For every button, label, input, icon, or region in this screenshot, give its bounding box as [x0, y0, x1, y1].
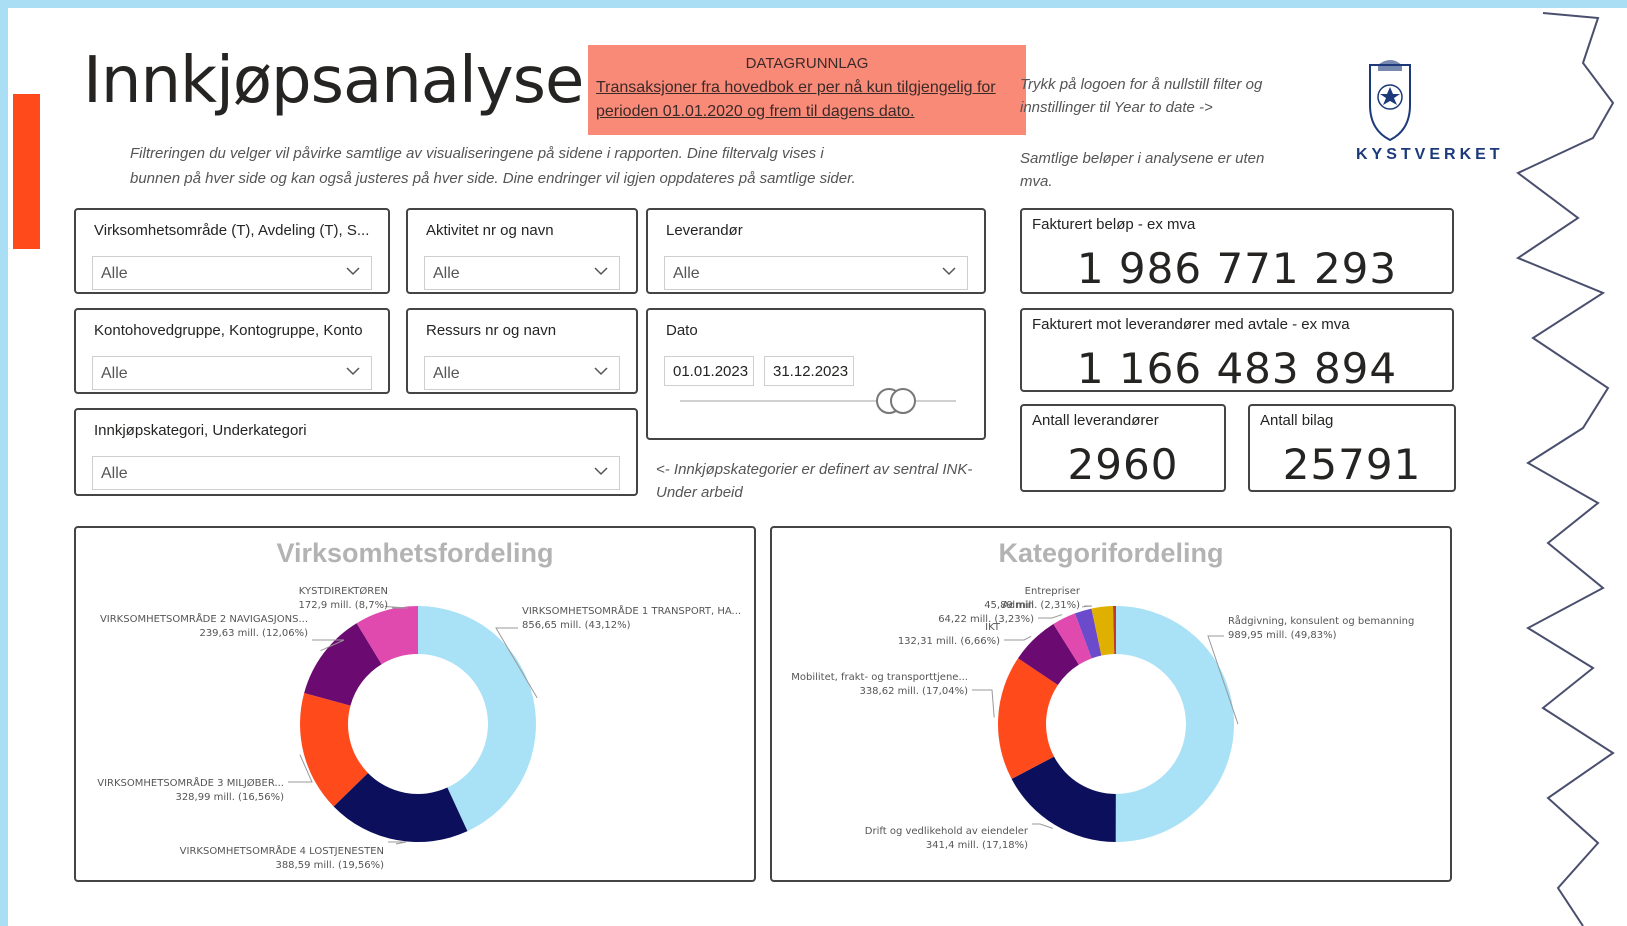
dropdown-value: Alle — [101, 465, 128, 482]
reset-hint-line: innstillinger til Year to date -> — [1020, 99, 1213, 116]
leverandor-dropdown[interactable]: Alle — [664, 256, 968, 290]
logo-text[interactable]: KYSTVERKET — [1356, 146, 1504, 164]
slicer-label: Leverandør — [666, 222, 743, 239]
leader-line — [1004, 635, 1032, 641]
slicer-leverandor: Leverandør Alle — [646, 208, 986, 294]
slice-name-label: Rådgivning, konsulent og bemanning — [1228, 614, 1414, 627]
mva-note-line: mva. — [1020, 173, 1053, 190]
slice-name-label: Mobilitet, frakt- og transporttjene... — [791, 672, 968, 683]
slicer-label: Dato — [666, 322, 698, 339]
kpi-label: Fakturert beløp - ex mva — [1032, 216, 1196, 233]
leader-line — [1081, 605, 1093, 608]
chevron-down-icon — [346, 267, 360, 276]
kpi-label: Antall bilag — [1260, 412, 1334, 429]
page-title: Innkjøpsanalyser — [83, 44, 610, 118]
kpi-antall-bilag: Antall bilag 25791 — [1248, 404, 1456, 492]
virksomhet-dropdown[interactable]: Alle — [92, 256, 372, 290]
slice-value-label: 388,59 mill. (19,56%) — [275, 860, 384, 871]
intro-line: Filtreringen du velger vil påvirke samtl… — [130, 145, 824, 162]
mva-note: Samtlige beløper i analysene er uten mva… — [1020, 147, 1264, 193]
chevron-down-icon — [346, 367, 360, 376]
chevron-down-icon — [942, 267, 956, 276]
slicer-label: Ressurs nr og navn — [426, 322, 557, 339]
slice-value-label: 989,95 mill. (49,83%) — [1228, 630, 1337, 641]
reset-hint-line: Trykk på logoen for å nullstill filter o… — [1020, 76, 1263, 93]
kategori-dropdown[interactable]: Alle — [92, 456, 620, 490]
slicer-aktivitet: Aktivitet nr og navn Alle — [406, 208, 638, 294]
chart-virksomhet: Virksomhetsfordeling VIRKSOMHETSOMRÅDE 1… — [74, 526, 756, 882]
leader-line — [972, 689, 995, 718]
slice-name-label: Drift og vedlikehold av eiendeler — [865, 826, 1029, 837]
leader-line — [388, 841, 407, 845]
slicer-ressurs: Ressurs nr og navn Alle — [406, 308, 638, 394]
intro-line: bunnen på hver side og kan også justeres… — [130, 170, 856, 187]
kpi-fakturert: Fakturert beløp - ex mva 1 986 771 293 — [1020, 208, 1454, 294]
kpi-value: 1 166 483 894 — [1076, 344, 1398, 393]
dropdown-value: Alle — [101, 365, 128, 382]
dropdown-value: Alle — [433, 265, 460, 282]
donut-chart: VIRKSOMHETSOMRÅDE 1 TRANSPORT, HA... 856,… — [97, 585, 741, 871]
accent-bar — [13, 94, 40, 249]
slice-value-label: 239,63 mill. (12,06%) — [199, 628, 308, 639]
donut-chart: Rådgivning, konsulent og bemanning 989,95… — [791, 586, 1414, 851]
aktivitet-dropdown[interactable]: Alle — [424, 256, 620, 290]
slice-value-label: 341,4 mill. (17,18%) — [926, 840, 1028, 851]
intro-text: Filtreringen du velger vil påvirke samtl… — [130, 141, 930, 191]
leader-line — [1038, 614, 1063, 619]
slice-name-label: Entrepriser — [1025, 586, 1081, 597]
chart-kategori: Kategorifordeling Rådgivning, konsulent … — [770, 526, 1452, 882]
dropdown-value: Alle — [101, 265, 128, 282]
slice-name-label: VIRKSOMHETSOMRÅDE 4 LOSTJENESTEN — [180, 844, 384, 857]
slice-value-label: 64,22 mill. (3,23%) — [938, 614, 1034, 625]
slice-name-label: VIRKSOMHETSOMRÅDE 3 MILJØBER... — [97, 776, 284, 789]
date-to-input[interactable]: 31.12.2023 — [764, 356, 854, 386]
data-notice: DATAGRUNNLAG Transaksjoner fra hovedbok … — [588, 45, 1026, 135]
date-slider-handle-end[interactable] — [890, 388, 916, 414]
category-note-line: Under arbeid — [656, 484, 743, 501]
date-from-input[interactable]: 01.01.2023 — [664, 356, 754, 386]
reset-hint: Trykk på logoen for å nullstill filter o… — [1020, 73, 1262, 119]
slice-name-label: KYSTDIREKTØREN — [299, 585, 388, 597]
chevron-down-icon — [594, 267, 608, 276]
slice-value-label: 328,99 mill. (16,56%) — [175, 792, 284, 803]
slicer-dato: Dato 01.01.2023 31.12.2023 — [646, 308, 986, 440]
kpi-label: Fakturert mot leverandører med avtale - … — [1032, 316, 1350, 333]
decorative-zigzag-line — [1515, 12, 1615, 926]
slicer-label: Innkjøpskategori, Underkategori — [94, 422, 307, 439]
slicer-label: Virksomhetsområde (T), Avdeling (T), S..… — [94, 222, 370, 239]
slice-value-label: 856,65 mill. (43,12%) — [522, 620, 631, 631]
slicer-konto: Kontohovedgruppe, Kontogruppe, Konto All… — [74, 308, 390, 394]
report-page: Innkjøpsanalyser DATAGRUNNLAG Transaksjo… — [8, 8, 1627, 926]
slicer-virksomhet: Virksomhetsområde (T), Avdeling (T), S..… — [74, 208, 390, 294]
slicer-kategori: Innkjøpskategori, Underkategori Alle — [74, 408, 638, 496]
kpi-value: 1 986 771 293 — [1076, 244, 1398, 293]
kpi-antall-leverandorer: Antall leverandører 2960 — [1020, 404, 1226, 492]
slice-value-label: 172,9 mill. (8,7%) — [299, 600, 389, 611]
ressurs-dropdown[interactable]: Alle — [424, 356, 620, 390]
dropdown-value: Alle — [673, 265, 700, 282]
dropdown-value: Alle — [433, 365, 460, 382]
category-note-line: <- Innkjøpskategorier er definert av sen… — [656, 461, 973, 478]
slice-name-label: VIRKSOMHETSOMRÅDE 1 TRANSPORT, HA... — [522, 604, 741, 617]
kpi-value: 25791 — [1282, 440, 1422, 489]
notice-heading: DATAGRUNNLAG — [745, 55, 869, 72]
slice-name-label: VIRKSOMHETSOMRÅDE 2 NAVIGASJONS... — [100, 612, 308, 625]
donut-slice[interactable] — [1115, 606, 1234, 842]
konto-dropdown[interactable]: Alle — [92, 356, 372, 390]
notice-link[interactable]: Transaksjoner fra hovedbok er per nå kun… — [588, 72, 1026, 124]
chevron-down-icon — [594, 367, 608, 376]
slicer-label: Aktivitet nr og navn — [426, 222, 554, 239]
chevron-down-icon — [594, 467, 608, 476]
kpi-value: 2960 — [1067, 440, 1179, 489]
category-note: <- Innkjøpskategorier er definert av sen… — [656, 458, 972, 504]
leader-line — [1032, 823, 1053, 829]
kpi-fakturert-avtale: Fakturert mot leverandører med avtale - … — [1020, 308, 1454, 393]
slice-value-label: 132,31 mill. (6,66%) — [898, 636, 1000, 647]
slice-value-label: 45,89 mill. (2,31%) — [984, 600, 1080, 611]
slice-value-label: 338,62 mill. (17,04%) — [859, 686, 968, 697]
slicer-label: Kontohovedgruppe, Kontogruppe, Konto — [94, 322, 363, 339]
kpi-label: Antall leverandører — [1032, 412, 1159, 429]
mva-note-line: Samtlige beløper i analysene er uten — [1020, 150, 1265, 167]
